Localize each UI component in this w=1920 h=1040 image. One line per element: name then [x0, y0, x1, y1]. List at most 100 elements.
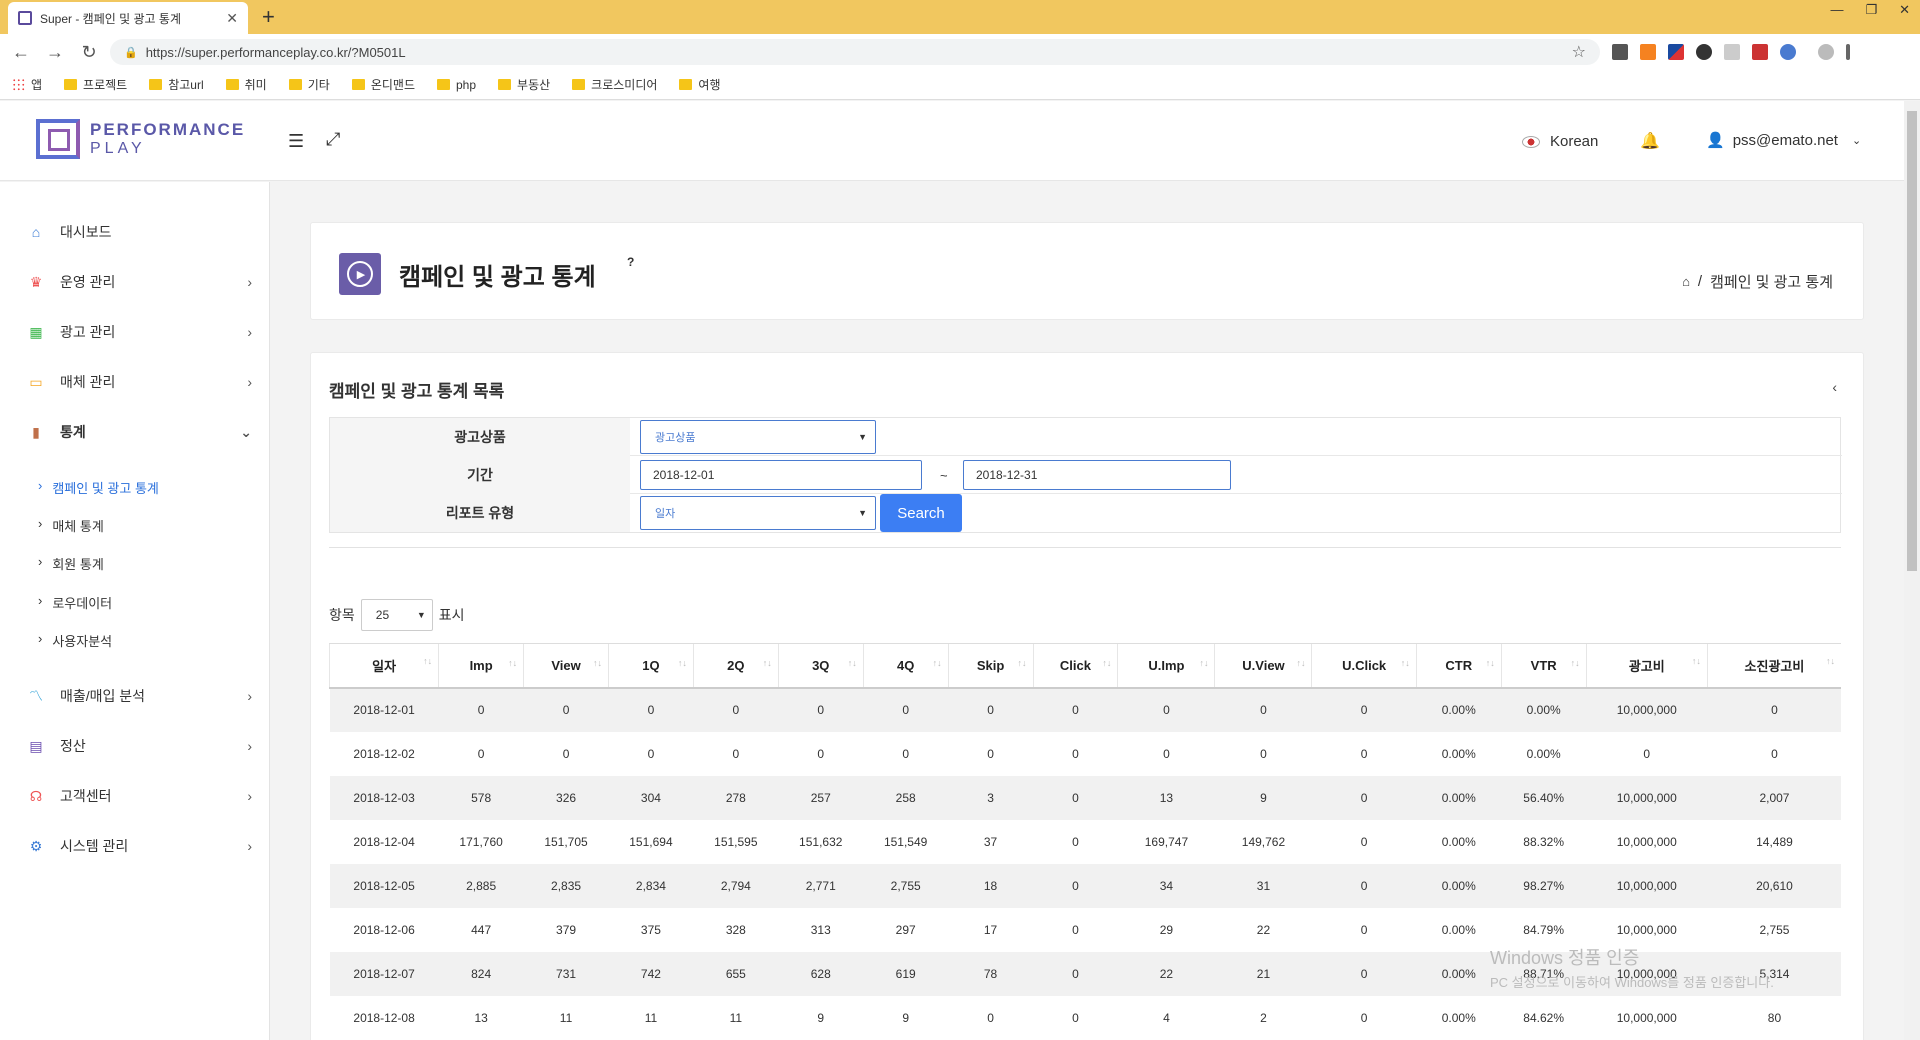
sidebar-item-settlement[interactable]: ▤ 정산 › [0, 726, 270, 766]
sort-icon[interactable]: ↑↓ [763, 658, 772, 668]
menu-kebab-icon[interactable] [1846, 44, 1850, 60]
column-header-label: U.Click [1342, 657, 1387, 673]
bookmark-folder[interactable]: 온디맨드 [351, 76, 415, 93]
sort-icon[interactable]: ↑↓ [678, 658, 687, 668]
column-header[interactable]: Click ↑↓ [1032, 643, 1118, 689]
sort-icon[interactable]: ↑↓ [1296, 658, 1305, 668]
sort-icon[interactable]: ↑↓ [1102, 658, 1111, 668]
sidebar-item-support[interactable]: ☊ 고객센터 › [0, 776, 270, 816]
column-header[interactable]: Imp ↑↓ [438, 643, 524, 689]
sort-icon[interactable]: ↑↓ [848, 658, 857, 668]
report-type-select[interactable]: 일자 ▼ [640, 496, 876, 530]
browser-tab[interactable]: Super - 캠페인 및 광고 통계 ✕ [8, 2, 248, 34]
extension-icon[interactable] [1612, 44, 1628, 60]
table-cell: 0 [1214, 687, 1312, 732]
column-header[interactable]: 소진광고비 ↑↓ [1706, 643, 1841, 689]
fullscreen-icon[interactable]: ⤢ [326, 129, 340, 150]
sidebar-sub-campaign-stats[interactable]: › 캠페인 및 광고 통계 [38, 478, 159, 497]
sidebar-sub-raw-data[interactable]: › 로우데이터 [38, 593, 112, 612]
search-button[interactable]: Search [880, 494, 962, 532]
bookmark-folder[interactable]: 크로스미디어 [572, 76, 657, 93]
column-header[interactable]: 광고비 ↑↓ [1585, 643, 1708, 689]
bookmark-folder[interactable]: 프로젝트 [64, 76, 127, 93]
sort-icon[interactable]: ↑↓ [593, 658, 602, 668]
sidebar-item-system[interactable]: ⚙ 시스템 관리 › [0, 826, 270, 866]
sort-icon[interactable]: ↑↓ [1018, 658, 1027, 668]
sidebar-item-ads[interactable]: ▦ 광고 관리 › [0, 312, 270, 352]
sort-icon[interactable]: ↑↓ [508, 658, 517, 668]
column-header[interactable]: U.View ↑↓ [1214, 643, 1312, 689]
collapse-icon[interactable]: ‹ [1832, 379, 1837, 395]
sort-icon[interactable]: ↑↓ [933, 658, 942, 668]
column-header[interactable]: 일자 ↑↓ [328, 643, 439, 689]
sidebar-item-statistics[interactable]: ▮ 통계 ⌄ [0, 412, 270, 452]
bookmark-star-icon[interactable]: ☆ [1572, 42, 1586, 62]
column-header[interactable]: VTR ↑↓ [1500, 643, 1587, 689]
column-header[interactable]: 4Q ↑↓ [862, 643, 949, 689]
sort-icon[interactable]: ↑↓ [1486, 658, 1495, 668]
column-header[interactable]: CTR ↑↓ [1415, 643, 1502, 689]
sort-icon[interactable]: ↑↓ [1571, 658, 1580, 668]
restore-icon[interactable]: ❐ [1865, 2, 1877, 18]
profile-icon[interactable] [1818, 44, 1834, 60]
sidebar-item-operations[interactable]: ♛ 운영 관리 › [0, 262, 270, 302]
scrollbar-thumb[interactable] [1907, 111, 1917, 571]
extension-icon[interactable] [1696, 44, 1712, 60]
column-header[interactable]: View ↑↓ [523, 643, 609, 689]
bookmark-folder[interactable]: 참고url [149, 76, 204, 93]
bookmark-folder[interactable]: 여행 [679, 76, 721, 93]
page-length-select[interactable]: 25 ▼ [360, 599, 433, 631]
new-tab-icon[interactable]: + [262, 4, 275, 30]
sidebar-item-sales[interactable]: 〽 매출/매입 분석 › [0, 676, 270, 716]
user-menu[interactable]: 👤 pss@emato.net ⌄ [1706, 131, 1861, 150]
help-icon[interactable]: ? [627, 255, 634, 269]
column-header[interactable]: U.Click ↑↓ [1311, 643, 1417, 689]
bookmark-folder[interactable]: 취미 [225, 76, 267, 93]
sort-icon[interactable]: ↑↓ [1199, 658, 1208, 668]
product-select[interactable]: 광고상품 ▼ [640, 420, 876, 454]
sort-icon[interactable]: ↑↓ [1401, 658, 1410, 668]
column-header[interactable]: 1Q ↑↓ [607, 643, 694, 689]
extension-icon[interactable] [1724, 44, 1740, 60]
bookmark-apps[interactable]: 앱 [12, 76, 42, 93]
hamburger-menu-icon[interactable]: ☰ [288, 131, 304, 152]
column-header[interactable]: 3Q ↑↓ [777, 643, 864, 689]
extension-icon[interactable] [1640, 44, 1656, 60]
sidebar-sub-user-analysis[interactable]: › 사용자분석 [38, 631, 112, 650]
column-header[interactable]: U.Imp ↑↓ [1117, 643, 1215, 689]
column-header[interactable]: Skip ↑↓ [947, 643, 1034, 689]
address-bar[interactable]: 🔒 https://super.performanceplay.co.kr/?M… [110, 39, 1600, 65]
bookmark-folder[interactable]: 부동산 [498, 76, 550, 93]
table-cell: 10,000,000 [1586, 995, 1708, 1040]
page-scrollbar[interactable] [1904, 101, 1920, 1040]
close-window-icon[interactable]: ✕ [1899, 2, 1910, 18]
forward-icon[interactable]: → [42, 42, 68, 63]
sort-icon[interactable]: ↑↓ [423, 656, 432, 666]
chevron-right-icon: › [247, 374, 252, 390]
back-icon[interactable]: ← [8, 42, 34, 63]
bookmark-folder[interactable]: 기타 [288, 76, 330, 93]
sidebar-sub-member-stats[interactable]: › 회원 통계 [38, 554, 104, 573]
language-selector[interactable]: Korean [1522, 133, 1598, 150]
minimize-icon[interactable]: — [1830, 2, 1843, 18]
date-from-input[interactable]: 2018-12-01 [640, 460, 922, 490]
home-icon[interactable]: ⌂ [1682, 274, 1690, 289]
sidebar-item-dashboard[interactable]: ⌂ 대시보드 [0, 212, 270, 252]
table-cell: 11 [608, 995, 694, 1040]
close-tab-icon[interactable]: ✕ [226, 10, 238, 27]
sidebar-sub-media-stats[interactable]: › 매체 통계 [38, 516, 104, 535]
notification-bell-icon[interactable]: 🔔 [1640, 131, 1660, 151]
extension-icon[interactable] [1752, 44, 1768, 60]
extension-icon[interactable] [1780, 44, 1796, 60]
column-header[interactable]: 2Q ↑↓ [692, 643, 779, 689]
bookmark-folder[interactable]: php [437, 78, 476, 92]
sidebar-item-media[interactable]: ▭ 매체 관리 › [0, 362, 270, 402]
table-cell: 0 [948, 731, 1034, 776]
sort-icon[interactable]: ↑↓ [1692, 656, 1701, 666]
date-to-input[interactable]: 2018-12-31 [963, 460, 1231, 490]
reload-icon[interactable]: ↻ [76, 42, 102, 63]
extension-icon[interactable] [1668, 44, 1684, 60]
logo[interactable]: PERFORMANCE PLAY [36, 119, 245, 159]
column-header-label: 3Q [812, 657, 830, 673]
sort-icon[interactable]: ↑↓ [1826, 656, 1835, 666]
